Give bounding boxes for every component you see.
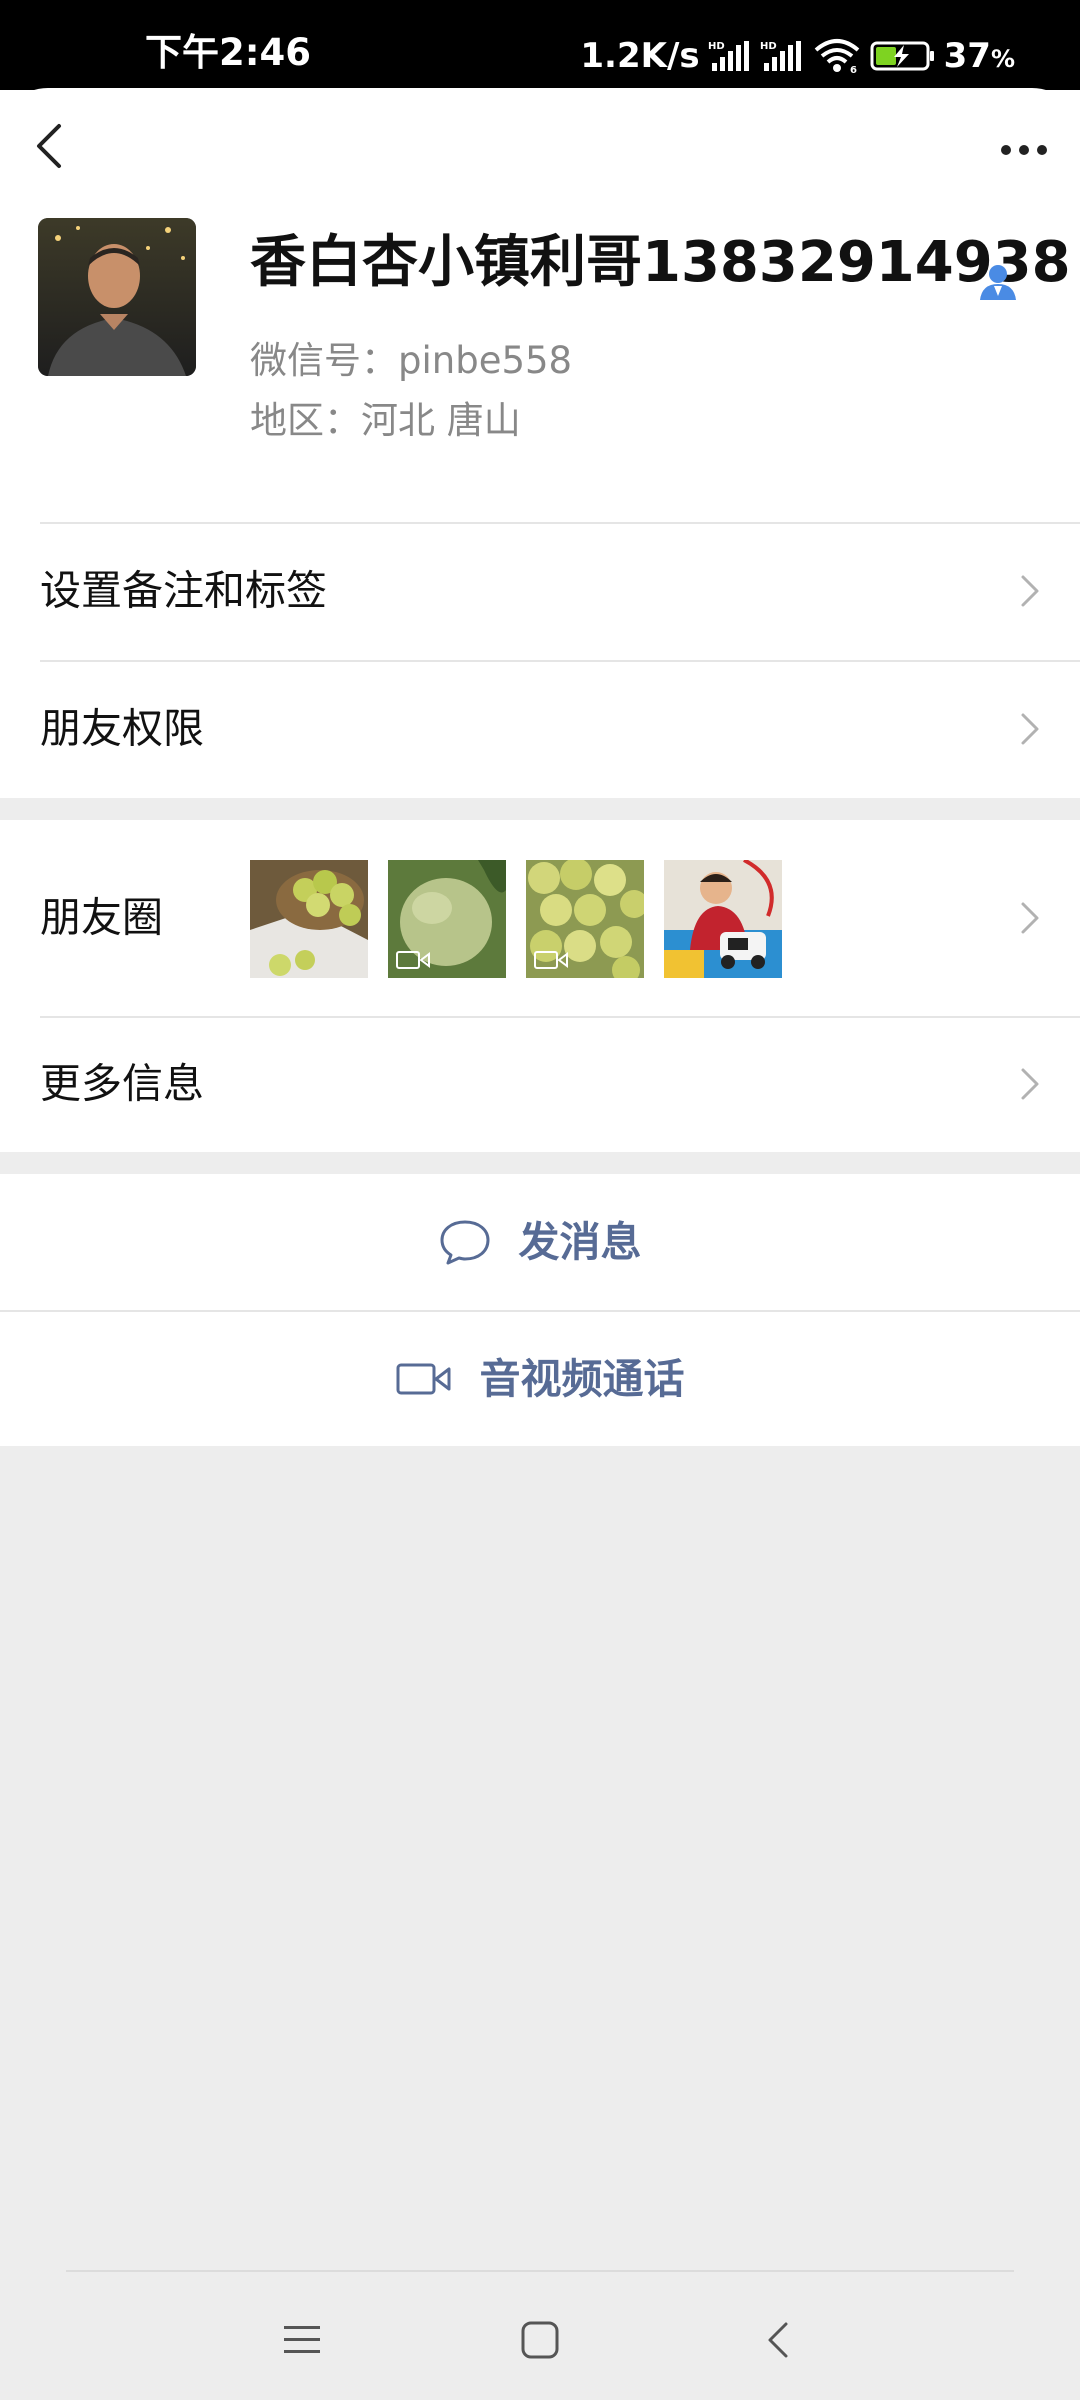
system-navigation-bar: [0, 2300, 1080, 2380]
remark-and-tags-row[interactable]: 设置备注和标签: [0, 522, 1080, 660]
avatar[interactable]: [38, 218, 196, 376]
video-icon: [396, 951, 430, 969]
moments-photos: [250, 860, 782, 978]
divider: [40, 522, 1080, 524]
moments-label: 朋友圈: [40, 893, 163, 942]
more-options-button[interactable]: [994, 130, 1054, 170]
profile-header: 香白杏小镇利哥13832914938 微信号：pinbe558 地区：河北 唐山: [0, 90, 1080, 524]
divider: [40, 1016, 1080, 1018]
friend-permissions-row[interactable]: 朋友权限: [0, 660, 1080, 798]
more-info-label: 更多信息: [40, 1059, 204, 1108]
chat-bubble-icon: [440, 1220, 489, 1265]
moments-photo: [664, 860, 782, 978]
chevron-right-icon: [1021, 1068, 1039, 1100]
home-button[interactable]: [500, 2300, 580, 2380]
region: 地区：河北 唐山: [250, 399, 521, 442]
home-square-icon: [521, 2321, 559, 2359]
signal-strength-icon: HD: [708, 39, 752, 73]
friend-permissions-label: 朋友权限: [40, 704, 204, 753]
battery-icon: [870, 40, 936, 72]
moments-photo: [250, 860, 368, 978]
video-call-button[interactable]: 音视频通话: [0, 1310, 1080, 1446]
moments-row[interactable]: 朋友圈: [0, 820, 1080, 1016]
contact-profile-page: 香白杏小镇利哥13832914938 微信号：pinbe558 地区：河北 唐山…: [0, 88, 1080, 2400]
svg-text:HD: HD: [708, 41, 725, 52]
video-camera-icon: [396, 1363, 450, 1395]
chevron-right-icon: [1021, 902, 1039, 934]
signal-strength-icon-2: HD: [760, 39, 804, 73]
svg-text:6: 6: [850, 65, 857, 74]
child-toy-car-photo-icon: [664, 860, 782, 978]
moments-photo: [526, 860, 644, 978]
moments-photo: [388, 860, 506, 978]
send-message-button[interactable]: 发消息: [0, 1174, 1080, 1310]
chevron-right-icon: [1021, 713, 1039, 745]
battery-percentage: 37%: [943, 36, 1015, 76]
apricot-basket-photo-icon: [250, 860, 368, 978]
status-time: 下午2:46: [145, 31, 312, 74]
more-dots-icon: [1001, 145, 1047, 155]
nav-bar: [0, 90, 1080, 210]
back-button[interactable]: [24, 116, 74, 176]
contact-name: 香白杏小镇利哥13832914938: [250, 230, 1071, 295]
menu-lines-icon: [284, 2326, 320, 2353]
send-message-label: 发消息: [518, 1217, 642, 1266]
contact-person-icon: [980, 265, 1016, 300]
svg-text:HD: HD: [760, 41, 777, 52]
video-call-label: 音视频通话: [479, 1354, 685, 1403]
chevron-right-icon: [1021, 575, 1039, 607]
back-arrow-icon: [37, 124, 61, 168]
recent-apps-button[interactable]: [262, 2300, 342, 2380]
video-icon: [534, 951, 568, 969]
system-back-button[interactable]: [738, 2300, 818, 2380]
network-speed: 1.2K/s: [580, 36, 700, 76]
remark-and-tags-label: 设置备注和标签: [40, 566, 327, 615]
wechat-id: 微信号：pinbe558: [250, 339, 573, 382]
wifi-icon: 6: [812, 38, 862, 74]
more-info-row[interactable]: 更多信息: [0, 1016, 1080, 1152]
status-indicators: 1.2K/s HD HD 6 37%: [580, 38, 1015, 74]
gesture-divider: [66, 2270, 1014, 2272]
back-triangle-icon: [768, 2322, 788, 2358]
status-bar: 下午2:46 1.2K/s HD HD 6 37%: [0, 0, 1080, 90]
divider: [40, 660, 1080, 662]
